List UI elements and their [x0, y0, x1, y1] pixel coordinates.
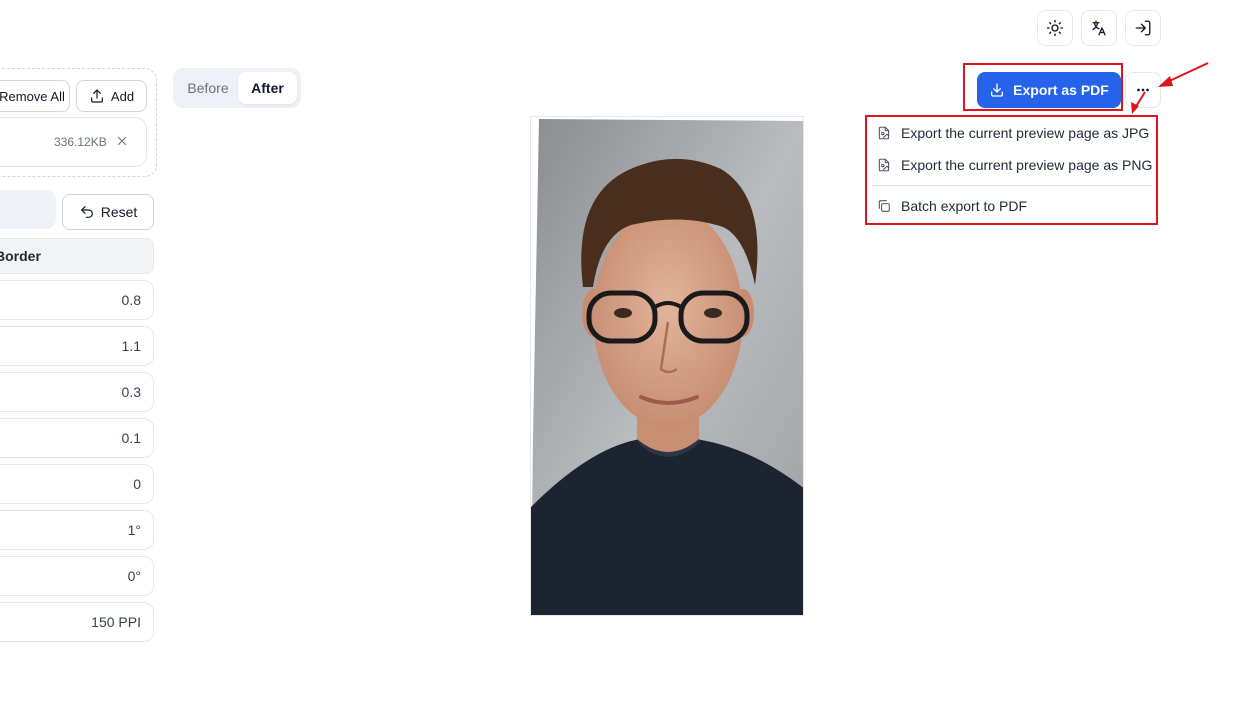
setting-field[interactable]: 1.1 [0, 326, 154, 366]
setting-field[interactable]: 150 PPI [0, 602, 154, 642]
translate-icon [1092, 20, 1106, 36]
close-icon [117, 136, 127, 146]
after-tab[interactable]: After [238, 72, 297, 104]
remove-all-button[interactable]: Remove All [0, 80, 70, 112]
file-size: 336.12KB [54, 135, 107, 149]
app-root: Remove All Add 336.12KB Reset Border 0.8… [0, 0, 1255, 717]
highlight-export-button [963, 63, 1123, 111]
sign-in-button[interactable] [1125, 10, 1161, 46]
setting-value: 1° [127, 522, 141, 538]
reset-button[interactable]: Reset [62, 194, 154, 230]
setting-field[interactable]: 1° [0, 510, 154, 550]
setting-value: 0° [127, 568, 141, 584]
reset-label: Reset [100, 204, 138, 220]
before-tab[interactable]: Before [179, 72, 237, 104]
preset-select[interactable] [0, 190, 56, 229]
annotation-arrow-more [1162, 62, 1209, 85]
portrait-image [531, 119, 803, 615]
setting-field[interactable]: 0° [0, 556, 154, 596]
more-horizontal-icon [1137, 88, 1149, 92]
setting-field[interactable]: 0.1 [0, 418, 154, 458]
setting-value: 150 PPI [91, 614, 141, 630]
more-options-button[interactable] [1125, 72, 1161, 108]
remove-file-button[interactable] [115, 134, 131, 150]
preview-photo [530, 116, 804, 616]
file-item: 336.12KB [0, 117, 147, 167]
highlight-export-menu [865, 115, 1158, 225]
setting-field[interactable]: 0.3 [0, 372, 154, 412]
theme-toggle-button[interactable] [1037, 10, 1073, 46]
setting-field[interactable]: 0 [0, 464, 154, 504]
undo-icon [80, 206, 93, 218]
setting-value: 0.1 [121, 430, 141, 446]
before-after-toggle: Before After [173, 68, 301, 108]
setting-value: 0.8 [121, 292, 141, 308]
remove-all-label: Remove All [0, 88, 65, 104]
upload-icon [90, 89, 103, 103]
setting-value: 0 [133, 476, 141, 492]
sign-in-icon [1135, 20, 1151, 36]
add-label: Add [110, 88, 135, 104]
language-button[interactable] [1081, 10, 1117, 46]
tab-border[interactable]: Border [0, 248, 41, 264]
setting-field[interactable]: 0.8 [0, 280, 154, 320]
setting-value: 1.1 [121, 338, 141, 354]
sun-icon [1046, 19, 1064, 37]
add-button[interactable]: Add [76, 80, 147, 112]
settings-tabs: Border [0, 238, 154, 274]
setting-value: 0.3 [121, 384, 141, 400]
